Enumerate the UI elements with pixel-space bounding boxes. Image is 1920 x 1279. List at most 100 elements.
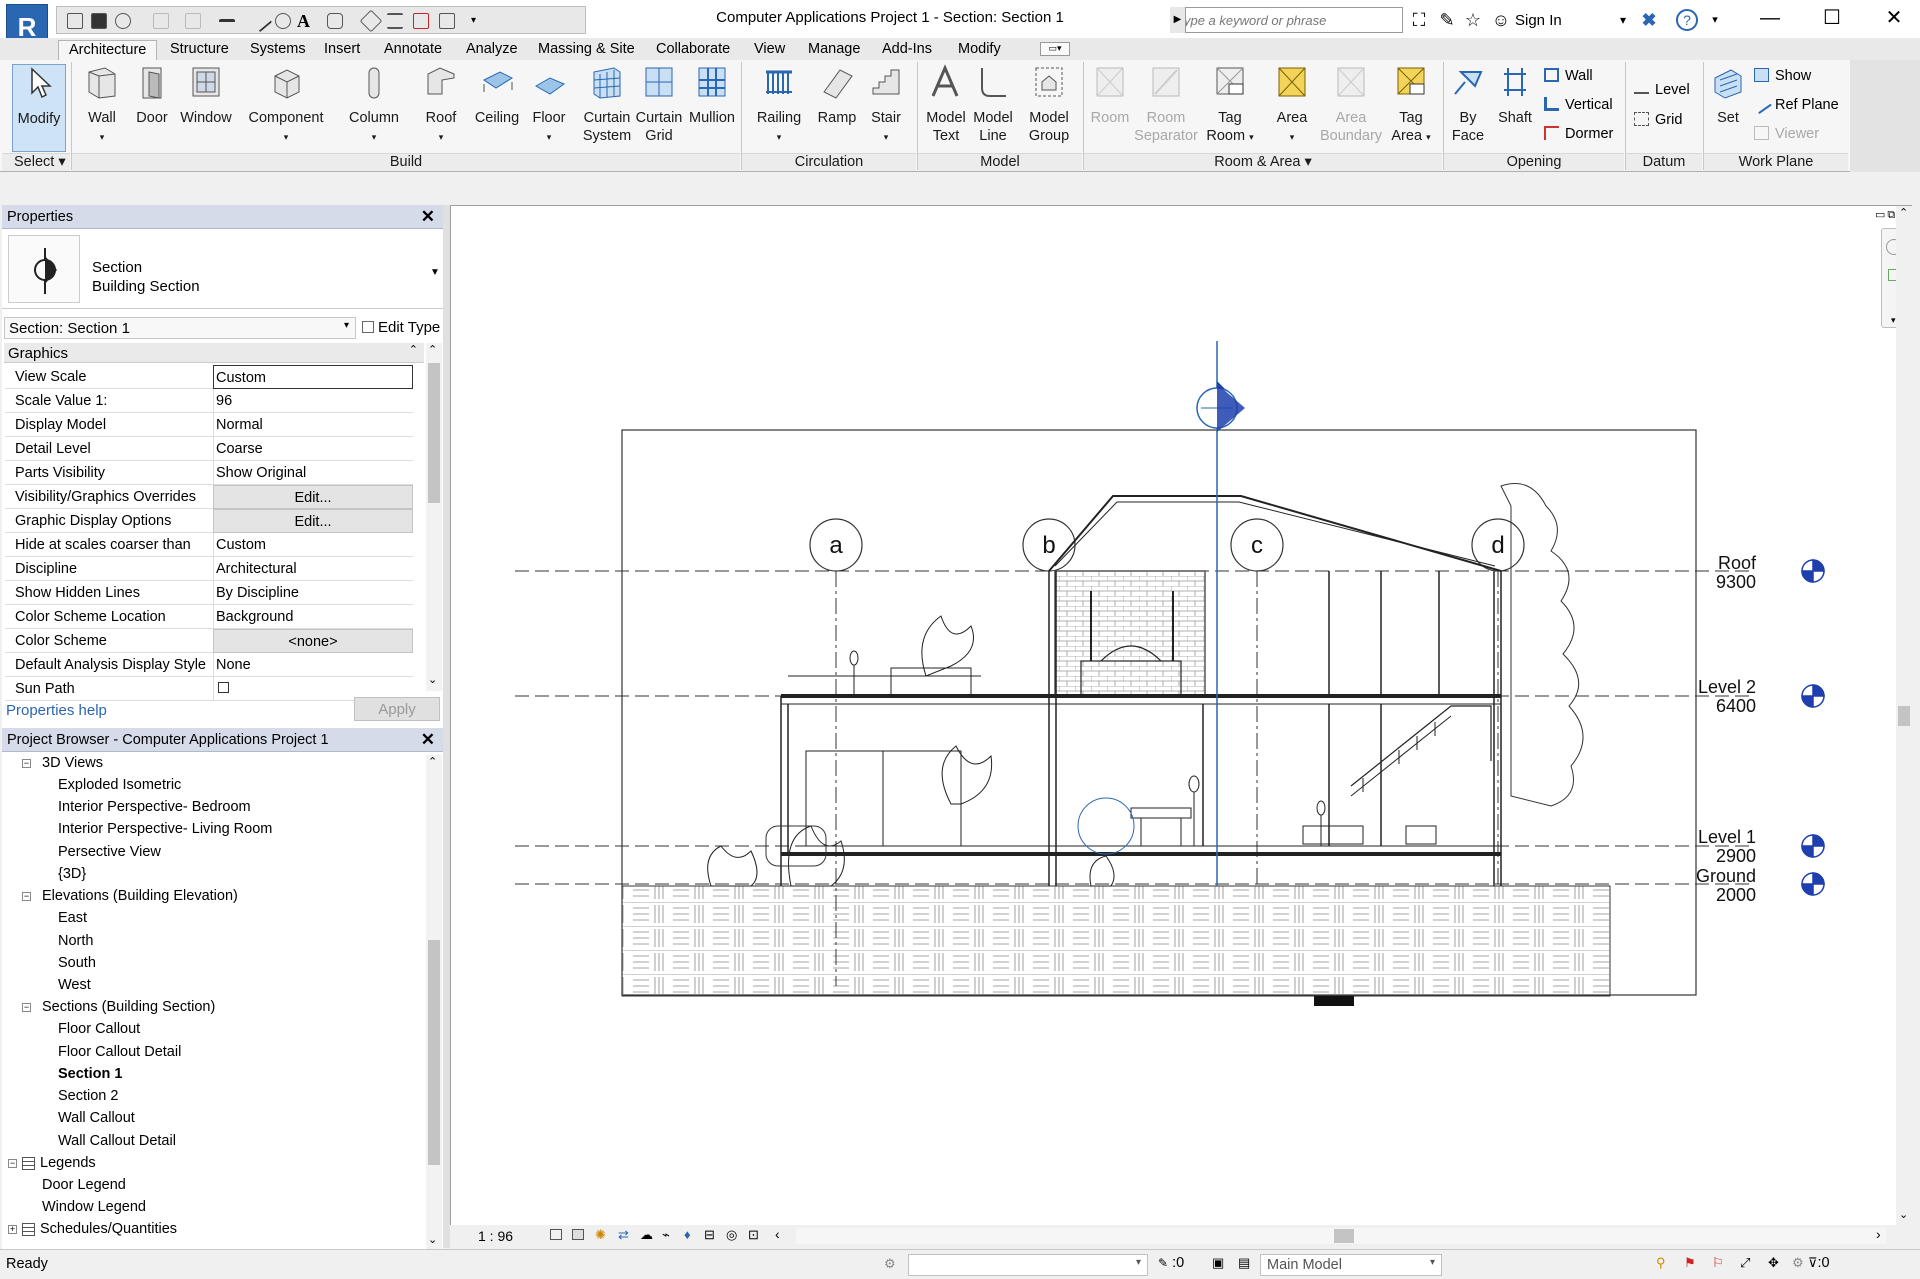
editing-requests[interactable]: ✎ :0 (1158, 1255, 1184, 1271)
exchange-apps-icon[interactable]: ✖ (1638, 9, 1660, 31)
tree-view-item[interactable]: Door Legend (42, 1177, 126, 1193)
open-icon[interactable] (67, 13, 83, 29)
property-value[interactable]: Show Original (213, 461, 413, 485)
minimize-icon[interactable]: — (1750, 6, 1790, 30)
tab-annotate[interactable]: Annotate (374, 40, 452, 60)
scroll-left-icon[interactable]: ‹ (775, 1226, 780, 1242)
grid-button[interactable]: Grid (1634, 112, 1682, 128)
tab-insert[interactable]: Insert (314, 40, 370, 60)
level-name-level1[interactable]: Level 1 (1698, 827, 1756, 847)
tag-icon[interactable] (275, 13, 291, 29)
collapse-toggle-icon[interactable]: − (22, 1003, 31, 1012)
tree-view-item[interactable]: Window Legend (42, 1199, 146, 1215)
property-edit-button[interactable]: Edit... (213, 509, 413, 533)
level-button[interactable]: Level (1634, 82, 1690, 98)
rendering-icon[interactable]: ☁ (640, 1227, 653, 1243)
reveal-hidden-icon[interactable]: ◎ (726, 1227, 737, 1243)
tree-view-item[interactable]: Persective View (58, 844, 161, 860)
scroll-thumb[interactable] (1334, 1229, 1354, 1243)
view-scale[interactable]: 1 : 96 (478, 1228, 513, 1244)
tab-manage[interactable]: Manage (798, 40, 870, 60)
visual-style-icon[interactable] (572, 1229, 584, 1240)
tree-elevations[interactable]: Elevations (Building Elevation) (42, 888, 238, 904)
select-links-icon[interactable]: ⚲ (1656, 1255, 1666, 1271)
aligned-dimension-icon[interactable] (249, 9, 273, 33)
tab-structure[interactable]: Structure (160, 40, 239, 60)
3d-view-icon[interactable] (327, 13, 343, 29)
scroll-thumb[interactable] (1898, 706, 1910, 726)
tree-view-item[interactable]: Interior Perspective- Bedroom (58, 799, 251, 815)
save-icon[interactable] (91, 13, 107, 29)
model-line-button[interactable]: Model Line (970, 64, 1016, 145)
window-button[interactable]: Window (176, 64, 236, 127)
background-processes-icon[interactable]: ⚙ (1792, 1255, 1804, 1271)
property-value[interactable]: Coarse (213, 437, 413, 461)
dormer-opening-button[interactable]: Dormer (1544, 126, 1613, 142)
level-elev-level1[interactable]: 2900 (1716, 846, 1756, 866)
design-option-dropdown[interactable]: Main Model ▾ (1260, 1254, 1442, 1276)
sign-in-button[interactable]: Sign In (1515, 12, 1562, 29)
tree-view-item[interactable]: South (58, 955, 96, 971)
room-button[interactable]: Room (1088, 64, 1132, 127)
tab-analyze[interactable]: Analyze (456, 40, 528, 60)
analytical-model-icon[interactable]: ⊡ (748, 1227, 759, 1243)
collapse-icon[interactable]: ⌃ (409, 343, 418, 356)
filter-count[interactable]: ⊽:0 (1808, 1255, 1830, 1271)
shadows-icon[interactable]: ⇄ (618, 1227, 629, 1243)
stair-button[interactable]: Stair ▾ (864, 64, 908, 146)
collapse-toggle-icon[interactable]: − (22, 759, 31, 768)
group-header-graphics[interactable]: Graphics ⌃ (4, 343, 424, 363)
tree-view-item[interactable]: Interior Perspective- Living Room (58, 821, 272, 837)
expand-toggle-icon[interactable]: + (8, 1225, 17, 1234)
close-icon[interactable]: ✕ (1874, 6, 1914, 30)
column-button[interactable]: Column ▾ (344, 64, 404, 146)
area-button[interactable]: Area ▾ (1268, 64, 1316, 146)
component-button[interactable]: Component ▾ (244, 64, 328, 146)
modify-button[interactable]: Modify (12, 64, 66, 152)
scroll-down-icon[interactable]: ⌄ (1899, 1208, 1908, 1221)
railing-button[interactable]: Railing ▾ (752, 64, 806, 146)
text-icon[interactable]: A (297, 12, 313, 30)
level-elev-roof[interactable]: 9300 (1716, 572, 1756, 592)
sun-path-icon[interactable]: ✺ (595, 1227, 606, 1243)
model-group-button[interactable]: Model Group (1024, 64, 1074, 145)
customize-dropdown-icon[interactable]: ▾ (471, 13, 487, 29)
roof-button[interactable]: Roof ▾ (418, 64, 464, 146)
property-value[interactable]: Background (213, 605, 413, 629)
level-elev-ground[interactable]: 2000 (1716, 885, 1756, 905)
select-by-face-icon[interactable]: ⤢ (1740, 1255, 1750, 1271)
properties-scrollbar[interactable]: ⌃ ⌄ (426, 343, 442, 691)
tab-systems[interactable]: Systems (240, 40, 316, 60)
thin-lines-icon[interactable] (387, 13, 403, 29)
sign-in-dropdown-icon[interactable]: ▾ (1612, 9, 1634, 31)
redo-icon[interactable] (185, 13, 201, 29)
browser-scrollbar[interactable]: ⌃ ⌄ (426, 755, 442, 1250)
properties-help-link[interactable]: Properties help (6, 702, 107, 719)
level-elev-level2[interactable]: 6400 (1716, 696, 1756, 716)
tree-3d-views[interactable]: 3D Views (42, 755, 103, 771)
tab-collaborate[interactable]: Collaborate (646, 40, 740, 60)
tab-add-ins[interactable]: Add-Ins (872, 40, 942, 60)
favorites-star-icon[interactable]: ☆ (1462, 9, 1484, 31)
wall-button[interactable]: Wall ▾ (80, 64, 124, 146)
tree-view-item[interactable]: Exploded Isometric (58, 777, 181, 793)
tree-view-item[interactable]: Floor Callout (58, 1021, 140, 1037)
tree-sections[interactable]: Sections (Building Section) (42, 999, 215, 1015)
tab-modify[interactable]: Modify (948, 40, 1011, 60)
drag-elements-icon[interactable]: ✥ (1768, 1255, 1779, 1271)
workset-dropdown[interactable]: ▾ (908, 1254, 1148, 1276)
set-work-plane-button[interactable]: Set (1708, 64, 1748, 127)
select-underlay-icon[interactable]: ⚑ (1684, 1255, 1696, 1271)
worksharing-icon[interactable]: ⚙ (884, 1256, 896, 1272)
temporary-hide-icon[interactable]: ⊟ (704, 1227, 715, 1243)
area-boundary-button[interactable]: Area Boundary (1318, 64, 1384, 145)
scroll-down-icon[interactable]: ⌄ (428, 1233, 437, 1246)
ribbon-minimize-icon[interactable]: ▭▾ (1040, 42, 1070, 56)
subscription-icon[interactable]: ✎ (1436, 9, 1458, 31)
tree-view-item[interactable]: Floor Callout Detail (58, 1044, 181, 1060)
crop-view-icon[interactable]: ⌁ (662, 1227, 670, 1243)
tab-view[interactable]: View (744, 40, 795, 60)
type-dropdown-icon[interactable]: ▼ (430, 267, 440, 278)
scroll-up-icon[interactable]: ⌃ (428, 755, 437, 768)
property-value[interactable]: Architectural (213, 557, 413, 581)
